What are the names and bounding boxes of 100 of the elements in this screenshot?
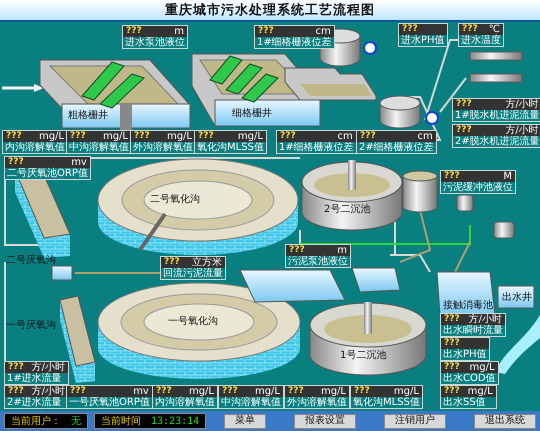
readout-label: 进水PH值 bbox=[400, 35, 446, 46]
readout-unit: M bbox=[503, 171, 512, 182]
readout-label: 氧化沟MLSS值 bbox=[352, 397, 421, 408]
readout-unit: mg/L bbox=[394, 386, 419, 397]
readout-label: 出水SS值 bbox=[442, 397, 487, 408]
readout-value: ??? bbox=[70, 131, 86, 142]
tank-drawing bbox=[456, 194, 514, 238]
readout-value: ??? bbox=[8, 157, 24, 168]
readout-value: ??? bbox=[198, 131, 214, 142]
readout-label: 中沟溶解氧值 bbox=[68, 142, 130, 153]
readout-unit: mg/L bbox=[188, 386, 214, 397]
readout-value: ??? bbox=[280, 131, 296, 142]
readout-value: ??? bbox=[258, 26, 274, 37]
pump-icon bbox=[425, 111, 439, 125]
readout-unit: mg/L bbox=[468, 386, 493, 397]
readout-label: 污泥缓冲池液位 bbox=[442, 182, 514, 193]
readout-value: ??? bbox=[8, 386, 24, 396]
readout-unit: cm bbox=[338, 131, 353, 142]
readout-label: 一号厌氧池ORP值 bbox=[68, 397, 151, 408]
readout-label: 污泥泵池液位 bbox=[287, 256, 349, 267]
readout-label: 回流污泥流量 bbox=[162, 268, 224, 279]
user-label: 当前用户： bbox=[11, 414, 61, 428]
tank-label: 粗格栅井 bbox=[68, 110, 108, 122]
inlet-arrow-icon bbox=[2, 84, 44, 92]
disinfection-tank-drawing bbox=[436, 272, 496, 316]
readout-label: 出水COD值 bbox=[442, 373, 497, 384]
readout-unit: 方/小时 bbox=[32, 362, 66, 373]
menu-button[interactable]: 退出系统 bbox=[474, 414, 536, 428]
readout-value: ??? bbox=[444, 314, 460, 324]
readout-unit: m bbox=[174, 26, 184, 37]
readout-unit: mg/L bbox=[38, 131, 64, 142]
outlet-well-drawing bbox=[498, 286, 534, 308]
readout-value: ??? bbox=[164, 257, 180, 268]
readout-label: 1#细格栅液位差 bbox=[278, 142, 355, 153]
readout-unit: mg/L bbox=[470, 362, 495, 373]
readout-unit: mv bbox=[71, 157, 87, 168]
readout-value: ??? bbox=[444, 362, 460, 372]
readout-label: 氧化沟MLSS值 bbox=[196, 142, 265, 153]
readout-unit: cm bbox=[418, 131, 433, 142]
sludge-tank-drawing bbox=[402, 170, 438, 212]
user-value: 无 bbox=[71, 415, 81, 428]
readout-value: ??? bbox=[134, 131, 150, 142]
tank-label: 1号二沉池 bbox=[340, 350, 386, 362]
readout-label: 外沟溶解氧值 bbox=[132, 142, 194, 153]
readout-label: 2#脱水机进泥流量 bbox=[454, 136, 540, 147]
readout-value: ??? bbox=[6, 131, 22, 142]
tank-label: 二号氧化沟 bbox=[150, 194, 200, 206]
readout-value: ??? bbox=[456, 125, 472, 136]
readout-value: ??? bbox=[456, 99, 472, 110]
distribution-box-drawing bbox=[52, 266, 72, 280]
readout-value: ??? bbox=[8, 362, 24, 372]
readout-label: 出水瞬时流量 bbox=[442, 325, 504, 336]
tank-label: 一号厌氧沟 bbox=[6, 320, 56, 332]
menu-button[interactable]: 注销用户 bbox=[384, 414, 446, 428]
readout-unit: mv bbox=[133, 386, 149, 397]
readout-value: ??? bbox=[444, 386, 460, 396]
tank-label: 接触消毒池 bbox=[443, 300, 493, 312]
readout-value: ??? bbox=[289, 245, 305, 256]
readout-value: ??? bbox=[462, 24, 478, 34]
readout-label: 2#进水流量 bbox=[6, 397, 63, 408]
pump-icon bbox=[363, 41, 377, 55]
readout-value: ??? bbox=[156, 386, 172, 396]
time-value: 13:23:14 bbox=[151, 416, 200, 426]
readout-value: ??? bbox=[444, 171, 460, 182]
readout-label: 二号厌氧池ORP值 bbox=[6, 168, 89, 179]
menu-button[interactable]: 报表设置 bbox=[294, 414, 356, 428]
tank-label: 2号二沉池 bbox=[324, 204, 370, 216]
readout-unit: mg/L bbox=[254, 386, 280, 397]
readout-value: ??? bbox=[444, 338, 460, 348]
readout-label: 外沟溶解氧值 bbox=[286, 397, 348, 408]
tank-label: 细格栅井 bbox=[232, 108, 272, 120]
readout-value: ??? bbox=[360, 131, 376, 142]
menu-button[interactable]: 菜单 bbox=[224, 414, 266, 428]
tank-label: 二号厌氧沟 bbox=[6, 255, 56, 267]
readout-label: 进水温度 bbox=[460, 35, 502, 46]
readout-value: ??? bbox=[402, 24, 418, 34]
readout-label: 1#脱水机进泥流量 bbox=[454, 110, 540, 121]
readout-unit: 方/小时 bbox=[505, 125, 539, 136]
readout-value: ??? bbox=[222, 386, 238, 396]
readout-unit: cm bbox=[316, 26, 331, 37]
readout-label: 中沟溶解氧值 bbox=[220, 397, 282, 408]
readout-unit: 方/小时 bbox=[32, 386, 66, 397]
tank-label: 出水井 bbox=[502, 292, 532, 304]
readout-label: 2#细格栅液位差 bbox=[358, 142, 435, 153]
readout-value: ??? bbox=[288, 386, 304, 397]
readout-unit: 立方米 bbox=[192, 257, 222, 268]
readout-label: 1#细格栅液位差 bbox=[256, 37, 333, 48]
readout-unit: 方/小时 bbox=[468, 314, 502, 325]
readout-value: ??? bbox=[70, 386, 86, 397]
readout-unit: 方/小时 bbox=[505, 99, 539, 110]
readout-label: 内沟溶解氧值 bbox=[4, 142, 66, 153]
readout-label: 内沟溶解氧值 bbox=[154, 397, 216, 408]
readout-value: ??? bbox=[354, 386, 370, 397]
tank-label: 一号氧化沟 bbox=[168, 316, 218, 328]
readout-label: 1#进水流量 bbox=[6, 373, 63, 384]
dewatering-machine-drawing bbox=[470, 52, 522, 82]
readout-unit: mg/L bbox=[102, 131, 128, 142]
readout-label: 进水泵池液位 bbox=[124, 37, 186, 48]
readout-label: 出水PH值 bbox=[442, 349, 488, 360]
grit-tank-drawing bbox=[380, 96, 420, 128]
